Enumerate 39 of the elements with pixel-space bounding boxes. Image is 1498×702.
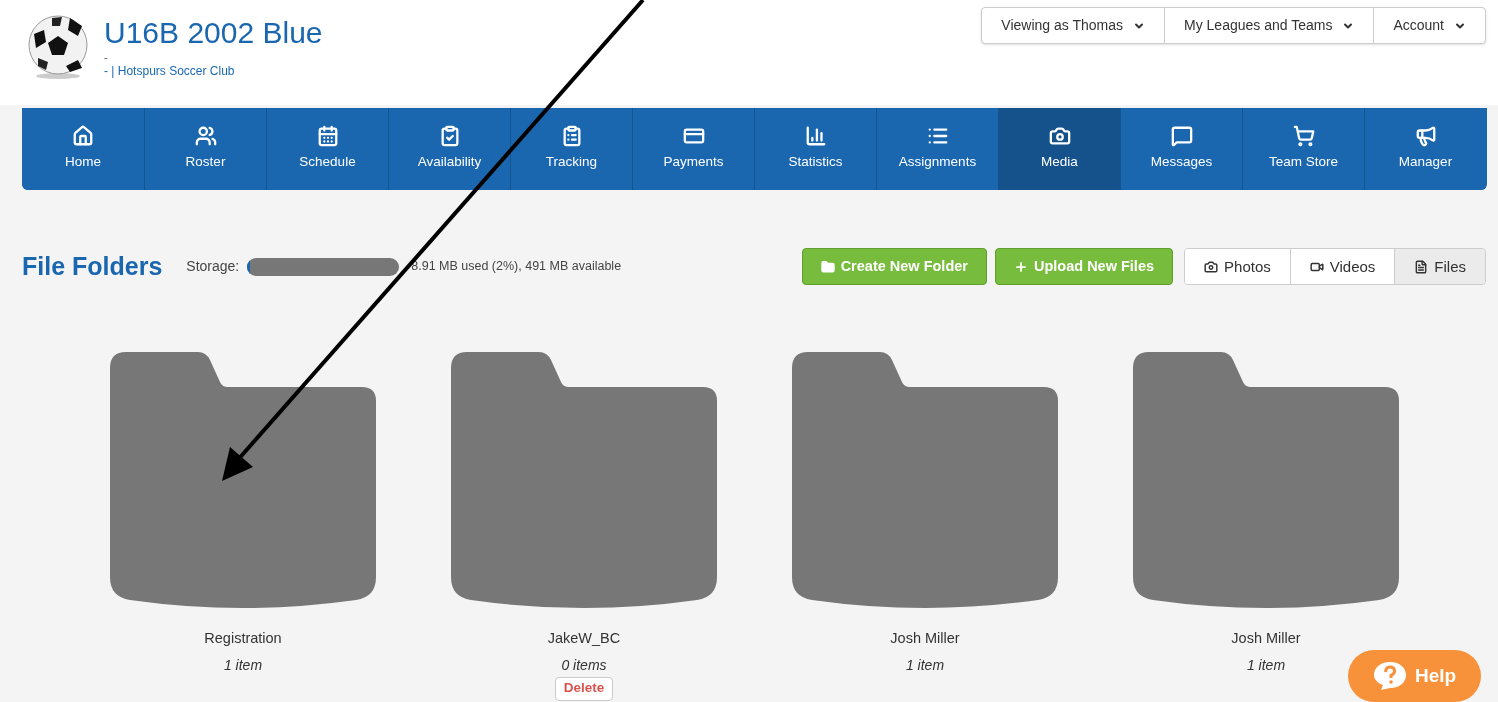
delete-button[interactable]: Delete bbox=[554, 676, 614, 701]
camera-icon bbox=[1204, 259, 1219, 274]
plus-icon bbox=[1013, 259, 1028, 274]
speech-bubble-icon bbox=[1170, 125, 1193, 148]
menu-dropdown[interactable]: Account bbox=[1373, 8, 1485, 43]
item-count: 0 items bbox=[561, 656, 607, 674]
team-title: U16B 2002 Blue bbox=[104, 15, 323, 51]
folder-name: Josh Miller bbox=[1231, 628, 1301, 647]
folder-name: Josh Miller bbox=[890, 628, 960, 647]
bar-chart-icon bbox=[804, 125, 827, 148]
menu-dropdown[interactable]: My Leagues and Teams bbox=[1164, 8, 1374, 43]
home-icon bbox=[72, 125, 94, 148]
folder-name: Registration bbox=[204, 628, 282, 647]
folder-icon[interactable] bbox=[1133, 351, 1399, 610]
view-toggle[interactable]: Files bbox=[1394, 249, 1485, 285]
nav-tab[interactable]: Manager bbox=[1364, 108, 1486, 190]
folder-icon[interactable] bbox=[792, 351, 1058, 610]
menu-dropdown[interactable]: Viewing as Thomas bbox=[982, 8, 1164, 43]
storage-label: Storage: bbox=[186, 257, 240, 277]
item-count: 1 item bbox=[223, 656, 263, 674]
item-count: 1 item bbox=[1246, 656, 1286, 674]
folder-icon bbox=[820, 259, 835, 274]
view-toggle[interactable]: Videos bbox=[1289, 249, 1395, 285]
folder-icon[interactable] bbox=[110, 351, 376, 610]
club-line: - | Hotspurs Soccer Club bbox=[104, 63, 236, 79]
file-icon bbox=[1414, 259, 1429, 274]
calendar-icon bbox=[316, 125, 339, 148]
item-count: 1 item bbox=[905, 656, 945, 674]
question-bubble-icon bbox=[1372, 661, 1407, 691]
folder-icon[interactable] bbox=[451, 351, 717, 610]
cart-icon bbox=[1292, 125, 1315, 148]
people-icon bbox=[194, 125, 217, 148]
megaphone-icon bbox=[1414, 125, 1437, 148]
soccer-ball-logo bbox=[26, 14, 90, 80]
nav-tab[interactable]: Media bbox=[998, 108, 1120, 190]
folder-name: JakeW_BC bbox=[547, 628, 621, 647]
team-subtitle: - bbox=[104, 51, 109, 63]
page-title: File Folders bbox=[22, 251, 163, 282]
view-toggle[interactable]: Photos bbox=[1185, 249, 1290, 285]
